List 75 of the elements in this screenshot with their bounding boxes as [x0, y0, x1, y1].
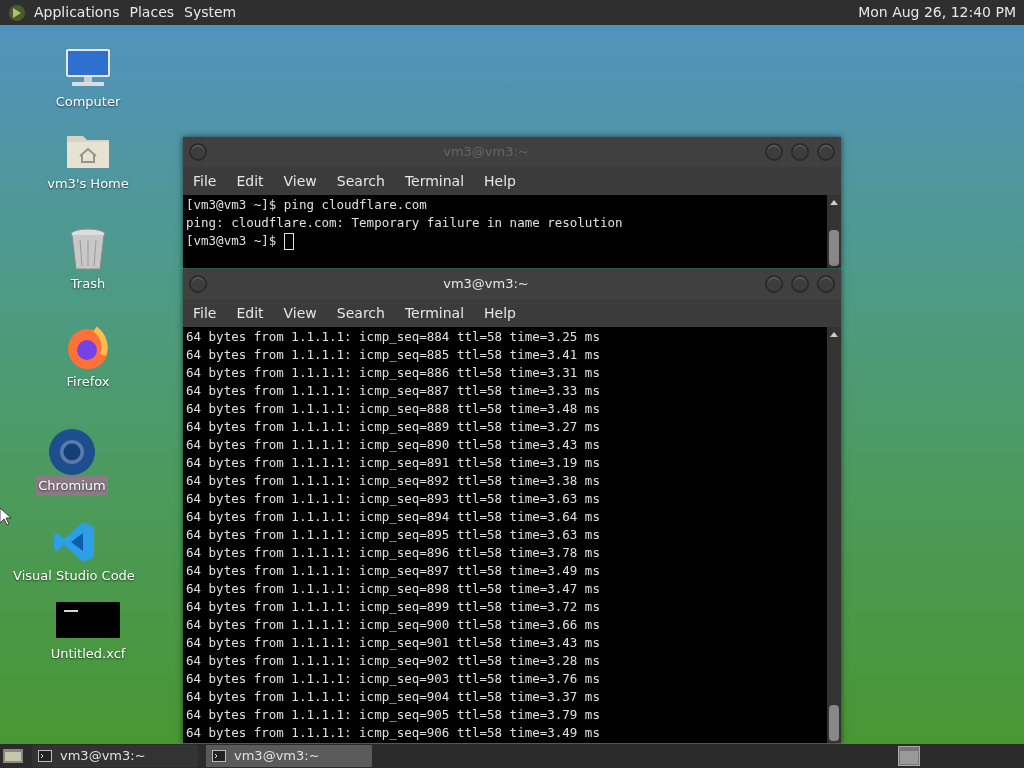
terminal-line: 64 bytes from 1.1.1.1: icmp_seq=895 ttl=58 time=3.63 ms [186, 526, 600, 544]
minimize-button[interactable] [765, 143, 783, 161]
terminal-line: [vm3@vm3 ~]$ [186, 232, 278, 250]
terminal-line: 64 bytes from 1.1.1.1: icmp_seq=905 ttl=58 time=3.79 ms [186, 706, 600, 724]
terminal-line: 64 bytes from 1.1.1.1: icmp_seq=903 ttl=58 time=3.76 ms [186, 670, 600, 688]
code-editor-icon [52, 520, 96, 564]
distro-logo-icon[interactable] [8, 3, 26, 22]
menu-item[interactable]: Search [336, 170, 385, 192]
maximize-button[interactable] [791, 275, 809, 293]
scrollbar[interactable] [827, 195, 841, 268]
firefox-icon [65, 325, 111, 371]
window-menu-button[interactable] [189, 275, 207, 293]
close-button[interactable] [817, 143, 835, 161]
menu-item[interactable]: Help [484, 170, 516, 192]
menu-item[interactable]: Terminal [404, 302, 465, 324]
panel-menu[interactable]: System [184, 2, 237, 23]
menu-item[interactable]: File [193, 302, 217, 324]
menu-item[interactable]: Terminal [404, 170, 465, 192]
terminal-line: 64 bytes from 1.1.1.1: icmp_seq=888 ttl=58 time=3.48 ms [186, 400, 600, 418]
close-button[interactable] [817, 275, 835, 293]
terminal-line: ping: cloudflare.com: Temporary failure in name resolution [186, 214, 623, 232]
desktop-icon-label[interactable]: Untitled.xcf [48, 644, 128, 664]
terminal-line: 64 bytes from 1.1.1.1: icmp_seq=899 ttl=58 time=3.72 ms [186, 598, 600, 616]
terminal-line: 64 bytes from 1.1.1.1: icmp_seq=897 ttl=58 time=3.49 ms [186, 562, 600, 580]
terminal-line: 64 bytes from 1.1.1.1: icmp_seq=896 ttl=58 time=3.78 ms [186, 544, 600, 562]
terminal-line: 64 bytes from 1.1.1.1: icmp_seq=901 ttl=58 time=3.43 ms [186, 634, 600, 652]
computer-icon [64, 48, 112, 88]
terminal-icon [38, 750, 52, 762]
image-thumbnail [56, 602, 120, 638]
terminal-line: [vm3@vm3 ~]$ ping cloudflare.com [186, 196, 427, 214]
terminal-line: 64 bytes from 1.1.1.1: icmp_seq=894 ttl=58 time=3.64 ms [186, 508, 600, 526]
scrollbar[interactable] [827, 327, 841, 743]
menu-item[interactable]: Edit [236, 170, 264, 192]
terminal-line: 64 bytes from 1.1.1.1: icmp_seq=892 ttl=58 time=3.38 ms [186, 472, 600, 490]
menu-item[interactable]: View [283, 170, 317, 192]
desktop-icon[interactable] [48, 430, 96, 474]
desktop-icon[interactable] [65, 326, 111, 370]
menu-item[interactable]: Help [484, 302, 516, 324]
terminal-line: 64 bytes from 1.1.1.1: icmp_seq=898 ttl=58 time=3.47 ms [186, 580, 600, 598]
terminal-line: 64 bytes from 1.1.1.1: icmp_seq=887 ttl=58 time=3.33 ms [186, 382, 600, 400]
terminal-line: 64 bytes from 1.1.1.1: icmp_seq=884 ttl=58 time=3.25 ms [186, 328, 600, 346]
desktop-icon-label[interactable]: Chromium [36, 476, 108, 496]
menu-item[interactable]: File [193, 170, 217, 192]
taskbar-task[interactable]: vm3@vm3:~ [32, 745, 198, 767]
taskbar-task[interactable]: vm3@vm3:~ [206, 745, 372, 767]
workspace-switcher-icon[interactable] [898, 746, 920, 766]
scrollbar-thumb[interactable] [829, 230, 839, 266]
clock[interactable]: Mon Aug 26, 12:40 PM [858, 2, 1016, 23]
desktop-icon[interactable] [69, 228, 107, 272]
show-desktop-icon[interactable] [2, 747, 24, 765]
minimize-button[interactable] [765, 275, 783, 293]
window-menu-button[interactable] [189, 143, 207, 161]
menu-item[interactable]: Edit [236, 302, 264, 324]
trash-icon [69, 228, 107, 272]
scrollbar-thumb[interactable] [829, 705, 839, 741]
terminal-line: 64 bytes from 1.1.1.1: icmp_seq=891 ttl=58 time=3.19 ms [186, 454, 600, 472]
terminal-line: 64 bytes from 1.1.1.1: icmp_seq=904 ttl=58 time=3.37 ms [186, 688, 600, 706]
terminal-line: 64 bytes from 1.1.1.1: icmp_seq=906 ttl=58 time=3.49 ms [186, 724, 600, 742]
terminal-line: 64 bytes from 1.1.1.1: icmp_seq=900 ttl=58 time=3.66 ms [186, 616, 600, 634]
menu-item[interactable]: View [283, 302, 317, 324]
maximize-button[interactable] [791, 143, 809, 161]
panel-menu[interactable]: Places [129, 2, 175, 23]
chromium-icon [48, 428, 96, 476]
terminal-line: 64 bytes from 1.1.1.1: icmp_seq=886 ttl=58 time=3.31 ms [186, 364, 600, 382]
terminal-line: 64 bytes from 1.1.1.1: icmp_seq=889 ttl=58 time=3.27 ms [186, 418, 600, 436]
panel-menu[interactable]: Applications [34, 2, 120, 23]
terminal-line: 64 bytes from 1.1.1.1: icmp_seq=885 ttl=58 time=3.41 ms [186, 346, 600, 364]
window-title: vm3@vm3:~ [442, 275, 530, 294]
menu-item[interactable]: Search [336, 302, 385, 324]
terminal-line: 64 bytes from 1.1.1.1: icmp_seq=902 ttl=58 time=3.28 ms [186, 652, 600, 670]
mouse-pointer-icon [0, 508, 11, 526]
terminal-line: 64 bytes from 1.1.1.1: icmp_seq=893 ttl=58 time=3.63 ms [186, 490, 600, 508]
terminal-line: 64 bytes from 1.1.1.1: icmp_seq=890 ttl=58 time=3.43 ms [186, 436, 600, 454]
desktop-icon-label[interactable]: Visual Studio Code [11, 566, 137, 586]
terminal-icon [212, 750, 226, 762]
